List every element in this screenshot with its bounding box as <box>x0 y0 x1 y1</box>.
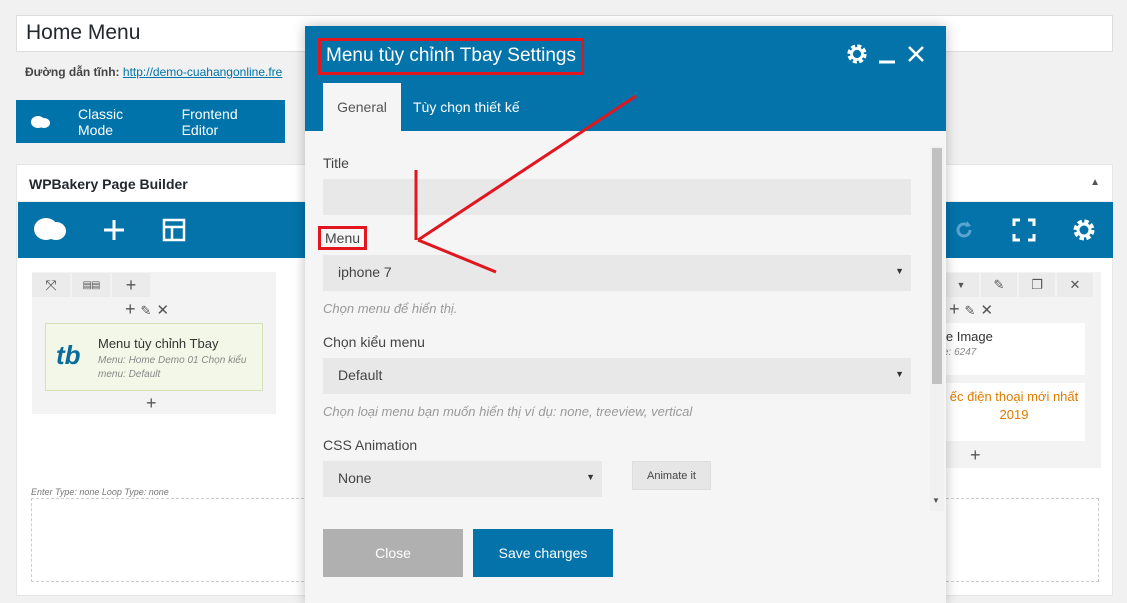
gear-icon[interactable] <box>846 43 868 71</box>
add-icon[interactable]: + <box>949 299 960 319</box>
modal-body: Title Menu iphone 7 ▼ Chọn menu để hiển … <box>305 131 946 511</box>
image-element-title: le Image <box>943 329 993 344</box>
menu-hint: Chọn menu để hiển thị. <box>323 301 458 316</box>
enter-type-text: Enter Type: none Loop Type: none <box>31 487 169 497</box>
image-element-card[interactable]: le Image e: 6247 <box>943 323 1085 375</box>
add-icon[interactable]: + <box>125 299 136 319</box>
css-animation-label: CSS Animation <box>323 437 418 453</box>
permalink-row: Đường dẫn tĩnh: http://demo-cuahangonlin… <box>25 65 282 79</box>
chevron-down-icon: ▼ <box>895 266 904 276</box>
delete-icon[interactable]: ✕ <box>156 302 169 319</box>
element-name: Menu tùy chỉnh Tbay <box>98 336 219 351</box>
element-description: Menu: Home Demo 01 Chọn kiểu menu: Defau… <box>98 355 247 380</box>
text-element-line2: 2019 <box>999 407 1029 422</box>
move-icon[interactable]: ⤧ <box>32 273 70 297</box>
collapse-arrow-icon[interactable]: ▲ <box>1090 177 1100 188</box>
title-label: Title <box>323 155 349 171</box>
permalink-label: Đường dẫn tĩnh: <box>25 65 120 79</box>
right-column-controls: ▼ ✎ ❐ ✕ <box>943 273 1095 297</box>
wpbakery-logo-icon <box>16 100 66 143</box>
permalink-link[interactable]: http://demo-cuahangonline.fre <box>123 65 282 79</box>
menu-select-value: iphone 7 <box>338 264 392 280</box>
chevron-down-icon: ▼ <box>895 369 904 379</box>
css-animation-value: None <box>338 470 372 486</box>
delete-icon[interactable]: ✕ <box>980 302 993 319</box>
add-element-below-icon[interactable]: + <box>970 445 981 466</box>
add-column-icon[interactable]: + <box>112 273 150 297</box>
frontend-editor-button[interactable]: Frontend Editor <box>170 100 285 143</box>
element-controls: + ✎ ✕ <box>125 299 169 320</box>
text-element-line1: ếc điện thoại mới nhất <box>949 389 1079 404</box>
tab-general[interactable]: General <box>323 83 401 131</box>
close-icon[interactable] <box>906 44 926 70</box>
column-controls: ⤧ ▤▤ + <box>32 273 152 297</box>
pencil-icon[interactable]: ✎ <box>965 303 976 318</box>
menu-style-value: Default <box>338 367 383 383</box>
modal-scrollbar-thumb[interactable] <box>932 148 942 384</box>
menu-label: Menu <box>318 226 368 250</box>
text-element-card[interactable]: ếc điện thoại mới nhất 2019 <box>943 383 1085 441</box>
close-button[interactable]: Close <box>323 529 463 577</box>
delete-icon[interactable]: ✕ <box>1057 273 1093 297</box>
settings-gear-icon[interactable] <box>1070 216 1098 244</box>
pencil-icon[interactable]: ✎ <box>141 303 152 318</box>
menu-style-label: Chọn kiểu menu <box>323 334 425 350</box>
minimize-icon[interactable] <box>878 43 896 71</box>
menu-style-select[interactable]: Default ▼ <box>323 358 911 394</box>
pencil-icon[interactable]: ✎ <box>981 273 1017 297</box>
menu-select[interactable]: iphone 7 ▼ <box>323 255 911 291</box>
modal-header: Menu tùy chỉnh Tbay Settings General Tùy… <box>305 26 946 131</box>
chevron-down-icon: ▼ <box>586 472 595 482</box>
modal-title: Menu tùy chỉnh Tbay Settings <box>318 38 584 75</box>
classic-mode-button[interactable]: Classic Mode <box>66 100 170 143</box>
fullscreen-icon[interactable] <box>1010 216 1038 244</box>
css-animation-select[interactable]: None ▼ <box>323 461 602 497</box>
wpbakery-logo-icon[interactable] <box>32 214 68 246</box>
add-element-below-icon[interactable]: + <box>146 393 157 414</box>
tab-design-options[interactable]: Tùy chọn thiết kế <box>413 83 520 131</box>
save-changes-button[interactable]: Save changes <box>473 529 613 577</box>
animate-it-button[interactable]: Animate it <box>632 461 711 490</box>
scroll-down-arrow-icon[interactable]: ▼ <box>932 496 940 505</box>
redo-icon[interactable] <box>950 216 978 244</box>
title-input[interactable] <box>323 179 911 215</box>
mode-bar: Classic Mode Frontend Editor <box>16 100 285 143</box>
copy-icon[interactable]: ❐ <box>1019 273 1055 297</box>
modal-header-icons <box>846 43 926 71</box>
menu-style-hint: Chọn loại menu bạn muốn hiển thị ví dụ: … <box>323 404 693 419</box>
image-element-sub: e: 6247 <box>943 347 977 358</box>
column-layout-icon[interactable]: ▤▤ <box>72 273 110 297</box>
right-element-controls: + ✎ ✕ <box>949 299 993 320</box>
builder-title: WPBakery Page Builder <box>29 176 188 192</box>
add-element-icon[interactable] <box>100 216 128 244</box>
chevron-down-icon[interactable]: ▼ <box>943 273 979 297</box>
template-icon[interactable] <box>160 216 188 244</box>
menu-element-card[interactable]: tb Menu tùy chỉnh Tbay Menu: Home Demo 0… <box>45 323 263 391</box>
tbay-logo-icon: tb <box>56 340 81 370</box>
settings-modal: Menu tùy chỉnh Tbay Settings General Tùy… <box>305 26 946 603</box>
